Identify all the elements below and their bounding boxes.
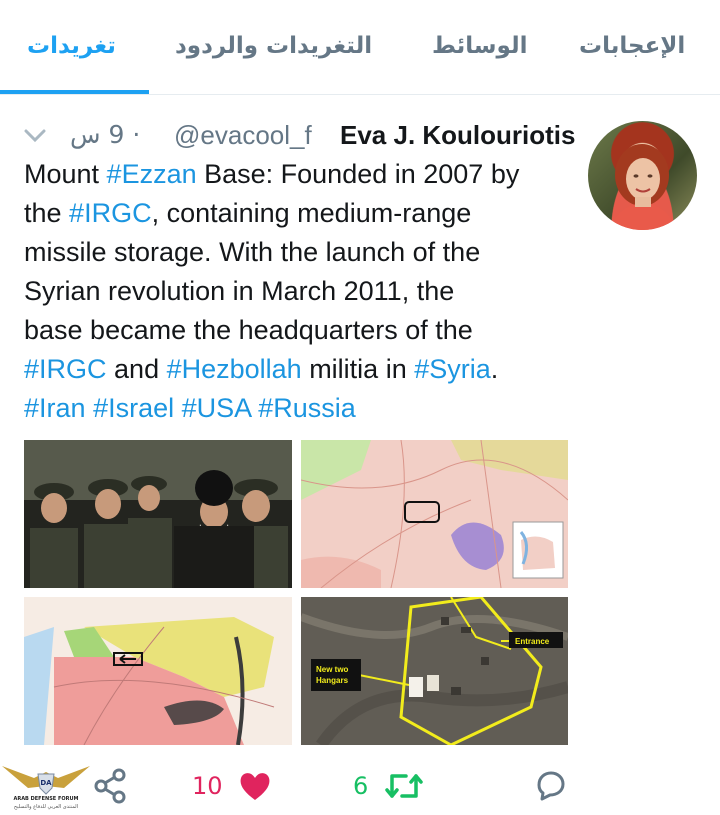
tweet-text-segment: . [490, 354, 499, 384]
tweet-text-line: Mount #Ezzan Base: Founded in 2007 by [24, 155, 584, 194]
tweet-text-line: the #IRGC, containing medium-range [24, 194, 584, 233]
tweet-text-line: missile storage. With the launch of the [24, 233, 584, 272]
tweet-text-segment: and [106, 354, 167, 384]
satellite-label-hangars: Hangars [316, 676, 349, 685]
tweet-text-segment: , containing medium-range [151, 198, 472, 228]
satellite-label-new-two: New two [316, 665, 349, 674]
svg-text:ARAB DEFENSE FORUM: ARAB DEFENSE FORUM [13, 796, 78, 802]
aleppo-region-map [301, 440, 568, 588]
chevron-down-icon[interactable] [24, 125, 46, 145]
tweet-text-segment: the [24, 198, 70, 228]
retweet-count: 6 [353, 772, 369, 800]
tweet-text-line: #Iran #Israel #USA #Russia [24, 389, 584, 428]
tweet-media-map-closeup[interactable] [301, 440, 568, 588]
tweet-header: · 9 س @evacool_f Eva J. Koulouriotis [24, 115, 576, 155]
tweet-text-segment: base became the headquarters of the [24, 315, 473, 345]
group-photo-image [24, 440, 292, 588]
tweet-text-segment: Syrian revolution in March 2011, the [24, 276, 455, 306]
avatar-portrait [610, 144, 676, 230]
tab-tweets-and-replies[interactable]: التغريدات والردود [175, 28, 372, 64]
tweet-text-segment: missile storage. With the launch of the [24, 237, 481, 267]
retweet-icon[interactable] [384, 768, 424, 804]
tweet-text-line: Syrian revolution in March 2011, the [24, 272, 584, 311]
hashtag-link[interactable]: #USA [182, 393, 251, 423]
hashtag-link[interactable]: #Ezzan [107, 159, 197, 189]
tweet-text: Mount #Ezzan Base: Founded in 2007 by the… [24, 155, 584, 428]
tweet-text-segment [174, 393, 182, 423]
svg-text:DA: DA [40, 779, 52, 787]
hashtag-link[interactable]: #Syria [414, 354, 491, 384]
heart-icon[interactable] [238, 768, 272, 804]
avatar[interactable] [588, 121, 697, 230]
tweet-text-line: #IRGC and #Hezbollah militia in #Syria. [24, 350, 584, 389]
author-name[interactable]: Eva J. Koulouriotis [340, 115, 576, 155]
satellite-image: New two Hangars Entrance [301, 597, 568, 745]
hashtag-link[interactable]: #Israel [93, 393, 174, 423]
tweet-text-segment: Mount [24, 159, 107, 189]
author-handle[interactable]: @evacool_f [174, 115, 312, 155]
like-count: 10 [192, 772, 223, 800]
hashtag-link[interactable]: #Russia [258, 393, 356, 423]
hashtag-link[interactable]: #IRGC [69, 198, 152, 228]
tab-media[interactable]: الوسائط [432, 28, 527, 64]
tab-likes[interactable]: الإعجابات [579, 28, 685, 64]
eagle-emblem-icon: DA ARAB DEFENSE FORUM المنتدى العربي للد… [2, 766, 90, 810]
tab-divider [0, 94, 720, 95]
profile-tab-bar: الإعجابات الوسائط التغريدات والردود تغري… [0, 0, 720, 96]
tweet-media-satellite[interactable]: New two Hangars Entrance [301, 597, 568, 745]
svg-text:المنتدى العربي للدفاع والتسليح: المنتدى العربي للدفاع والتسليح [14, 804, 78, 810]
hashtag-link[interactable]: #Iran [24, 393, 86, 423]
satellite-label-entrance: Entrance [515, 637, 550, 646]
syria-control-map [24, 597, 292, 745]
hashtag-link[interactable]: #Hezbollah [167, 354, 302, 384]
share-icon[interactable] [93, 768, 127, 804]
tweet-text-line: base became the headquarters of the [24, 311, 584, 350]
tweet-media-map-syria[interactable] [24, 597, 292, 745]
tweet-timestamp[interactable]: · 9 س [70, 115, 140, 155]
tweet-text-segment [86, 393, 94, 423]
tab-tweets[interactable]: تغريدات [27, 28, 116, 64]
tweet-text-segment: militia in [301, 354, 415, 384]
tweet-text-segment: Base: Founded in 2007 by [196, 159, 520, 189]
forum-watermark-logo: DA ARAB DEFENSE FORUM المنتدى العربي للد… [0, 752, 92, 811]
reply-icon[interactable] [533, 768, 567, 804]
hashtag-link[interactable]: #IRGC [24, 354, 107, 384]
tweet-media-photo[interactable] [24, 440, 292, 588]
